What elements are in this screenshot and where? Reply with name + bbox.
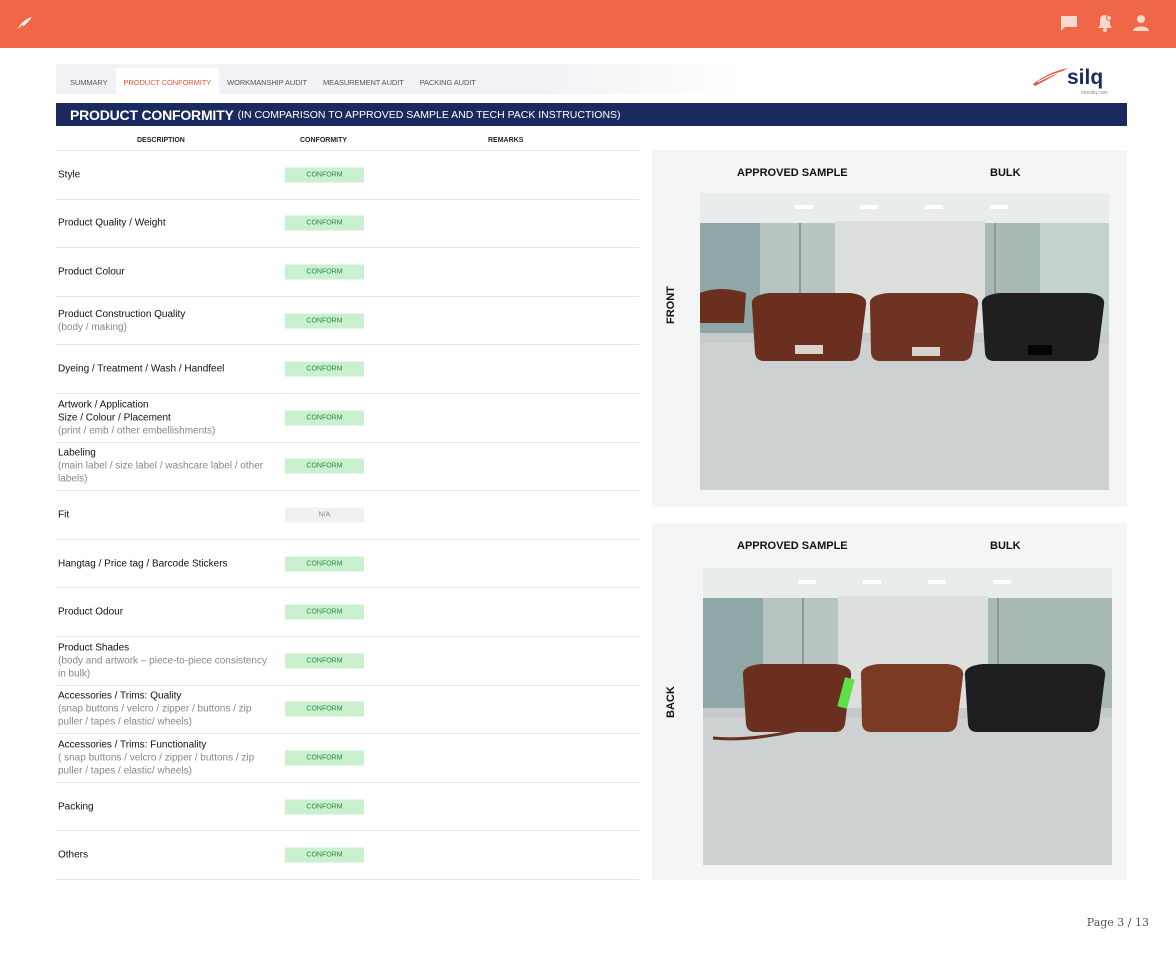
- tab-measurement-audit[interactable]: MEASUREMENT AUDIT: [315, 68, 412, 96]
- front-label: FRONT: [665, 286, 677, 324]
- status-badge: CONFORM: [285, 361, 364, 377]
- row-description: Style: [58, 168, 273, 181]
- row-description: Hangtag / Price tag / Barcode Stickers: [58, 557, 273, 570]
- chat-icon[interactable]: [1060, 13, 1078, 33]
- status-badge: CONFORM: [285, 556, 364, 572]
- back-photo: [703, 568, 1112, 865]
- section-title: PRODUCT CONFORMITY: [70, 106, 234, 123]
- row-title: Hangtag / Price tag / Barcode Stickers: [58, 558, 228, 570]
- row-description: Dyeing / Treatment / Wash / Handfeel: [58, 363, 273, 376]
- silq-logo: silq onesilq.com: [1030, 62, 1110, 98]
- table-row: Artwork / Application Size / Colour / Pl…: [56, 394, 639, 443]
- table-row: Dyeing / Treatment / Wash / Handfeel CONF…: [56, 345, 639, 394]
- table-row: Product Shades (body and artwork – piece-…: [56, 637, 639, 686]
- table-row: Accessories / Trims: Functionality( snap…: [56, 734, 639, 783]
- front-photo: [700, 193, 1109, 490]
- status-badge: N/A: [285, 507, 364, 523]
- status-badge: CONFORM: [285, 410, 364, 426]
- col-description: DESCRIPTION: [137, 137, 185, 144]
- row-title: Product Quality / Weight: [58, 217, 166, 229]
- brand-site: onesilq.com: [1081, 90, 1108, 96]
- table-row: Accessories / Trims: Quality (snap button…: [56, 686, 639, 735]
- bulk-label: BULK: [990, 540, 1021, 552]
- top-bar: [0, 0, 1176, 48]
- status-badge: CONFORM: [285, 750, 364, 766]
- row-title: Accessories / Trims: Quality: [58, 690, 182, 702]
- status-badge: CONFORM: [285, 458, 364, 474]
- table-row: Product Quality / Weight CONFORM: [56, 200, 639, 249]
- row-description: Packing: [58, 800, 273, 813]
- row-description: Product Colour: [58, 265, 273, 278]
- row-title: Product Shades: [58, 642, 130, 654]
- table-row: Packing CONFORM: [56, 783, 639, 832]
- page-indicator: Page 3 / 13: [1086, 916, 1149, 929]
- row-subtext: (body / making): [58, 321, 127, 333]
- status-badge: CONFORM: [285, 167, 364, 183]
- bell-icon[interactable]: [1096, 13, 1114, 33]
- tab-workmanship-audit[interactable]: WORKMANSHIP AUDIT: [219, 68, 315, 96]
- feather-icon[interactable]: [14, 14, 34, 34]
- back-label: BACK: [665, 686, 677, 718]
- row-title: Dyeing / Treatment / Wash / Handfeel: [58, 363, 225, 375]
- status-badge: CONFORM: [285, 604, 364, 620]
- row-title: Packing: [58, 801, 94, 813]
- row-subtext: ( snap buttons / velcro / zipper / butto…: [58, 752, 255, 777]
- tab-summary[interactable]: SUMMARY: [62, 68, 116, 96]
- brand-name: silq: [1067, 66, 1103, 89]
- conformity-table: Style CONFORM Product Quality / Weight CONF…: [56, 150, 639, 880]
- row-description: Product Shades (body and artwork – piece-…: [58, 641, 273, 680]
- status-badge: CONFORM: [285, 215, 364, 231]
- row-title: Labeling: [58, 447, 96, 459]
- row-title: Product Odour: [58, 606, 124, 618]
- table-row: Product Construction Quality (body / maki…: [56, 297, 639, 346]
- approved-sample-label: APPROVED SAMPLE: [737, 540, 848, 552]
- status-badge: CONFORM: [285, 701, 364, 717]
- row-subtext: (snap buttons / velcro / zipper / button…: [58, 703, 252, 728]
- section-title-bar: PRODUCT CONFORMITY (IN COMPARISON TO APP…: [56, 103, 1127, 126]
- col-remarks: REMARKS: [488, 137, 524, 144]
- tab-product-conformity[interactable]: PRODUCT CONFORMITY: [115, 68, 220, 96]
- status-badge: CONFORM: [285, 799, 364, 815]
- table-row: Fit N/A: [56, 491, 639, 540]
- section-subtitle: (IN COMPARISON TO APPROVED SAMPLE AND TE…: [237, 108, 621, 121]
- approved-sample-label: APPROVED SAMPLE: [737, 167, 848, 179]
- bulk-label: BULK: [990, 167, 1021, 179]
- row-title: Artwork / Application Size / Colour / Pl…: [58, 399, 171, 424]
- status-badge: CONFORM: [285, 313, 364, 329]
- row-subtext: (body and artwork – piece-to-piece consi…: [58, 655, 267, 680]
- table-row: Product Odour CONFORM: [56, 588, 639, 637]
- row-title: Product Construction Quality: [58, 308, 186, 320]
- table-row: Product Colour CONFORM: [56, 248, 639, 297]
- table-row: Labeling (main label / size label / washc…: [56, 443, 639, 492]
- front-photo-panel: APPROVED SAMPLE BULK FRONT: [652, 150, 1127, 507]
- row-description: Fit: [58, 508, 273, 521]
- row-subtext: (main label / size label / washcare labe…: [58, 460, 264, 485]
- row-description: Product Construction Quality (body / maki…: [58, 308, 273, 334]
- col-conformity: CONFORMITY: [300, 137, 348, 144]
- row-description: Labeling (main label / size label / washc…: [58, 447, 273, 486]
- row-description: Others: [58, 849, 273, 862]
- row-description: Product Quality / Weight: [58, 217, 273, 230]
- row-title: Accessories / Trims: Functionality: [58, 739, 207, 751]
- table-row: Hangtag / Price tag / Barcode Stickers CO…: [56, 540, 639, 589]
- row-description: Accessories / Trims: Quality (snap button…: [58, 690, 273, 729]
- row-title: Others: [58, 849, 89, 861]
- row-description: Artwork / Application Size / Colour / Pl…: [58, 398, 273, 437]
- status-badge: CONFORM: [285, 653, 364, 669]
- row-title: Style: [58, 169, 81, 181]
- row-title: Fit: [58, 509, 70, 521]
- table-row: Style CONFORM: [56, 151, 639, 200]
- row-subtext: (print / emb / other embellishments): [58, 425, 216, 437]
- back-photo-panel: APPROVED SAMPLE BULK BACK: [652, 523, 1127, 880]
- report-tabs: SUMMARY PRODUCT CONFORMITY WORKMANSHIP A…: [56, 64, 746, 96]
- row-description: Accessories / Trims: Functionality( snap…: [58, 738, 273, 777]
- row-description: Product Odour: [58, 606, 273, 619]
- status-badge: CONFORM: [285, 264, 364, 280]
- row-title: Product Colour: [58, 266, 125, 278]
- tab-packing-audit[interactable]: PACKING AUDIT: [412, 68, 484, 96]
- status-badge: CONFORM: [285, 847, 364, 863]
- table-row: Others CONFORM: [56, 831, 639, 880]
- user-icon[interactable]: [1132, 13, 1150, 33]
